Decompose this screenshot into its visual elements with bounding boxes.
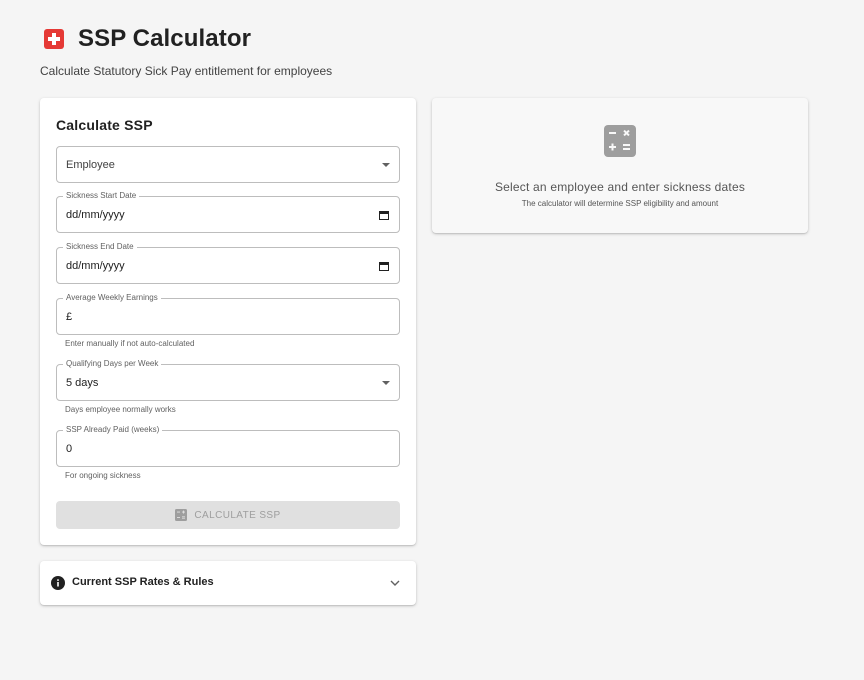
employee-select-value: Employee	[66, 158, 115, 171]
page-subtitle: Calculate Statutory Sick Pay entitlement…	[40, 64, 333, 78]
calendar-icon[interactable]	[379, 261, 389, 271]
page-title: SSP Calculator	[78, 25, 252, 52]
ssp-rates-accordion[interactable]: Current SSP Rates & Rules	[40, 561, 416, 605]
dropdown-arrow-icon	[382, 381, 390, 385]
sickness-end-date-value: dd/mm/yyyy	[66, 259, 125, 272]
empty-state-subtitle: The calculator will determine SSP eligib…	[521, 199, 719, 208]
calculate-ssp-button[interactable]: CALCULATE SSP	[56, 501, 400, 529]
page-header: SSP Calculator Calculate Statutory Sick …	[40, 24, 820, 78]
sickness-start-date-value: dd/mm/yyyy	[66, 208, 125, 221]
ssp-paid-value: 0	[66, 442, 73, 455]
calculate-ssp-label: CALCULATE SSP	[194, 509, 281, 521]
weekly-earnings-label: Average Weekly Earnings	[63, 293, 161, 303]
ssp-rates-title: Current SSP Rates & Rules	[72, 576, 214, 588]
sickness-start-date-input[interactable]: Sickness Start Date dd/mm/yyyy	[56, 191, 400, 233]
currency-prefix: £	[66, 310, 73, 323]
sickness-end-date-input[interactable]: Sickness End Date dd/mm/yyyy	[56, 242, 400, 284]
calendar-icon[interactable]	[379, 210, 389, 220]
qualifying-days-select[interactable]: Qualifying Days per Week 5 days	[56, 359, 400, 401]
calculator-icon	[175, 509, 188, 521]
calculator-icon	[604, 125, 636, 157]
ssp-paid-input[interactable]: SSP Already Paid (weeks) 0	[56, 425, 400, 467]
form-title: Calculate SSP	[56, 117, 153, 133]
qualifying-days-value: 5 days	[66, 376, 99, 389]
ssp-form-card: Calculate SSP Employee Sickness Start Da…	[40, 98, 416, 545]
dropdown-arrow-icon	[382, 163, 390, 167]
ssp-paid-helper: For ongoing sickness	[65, 471, 141, 480]
employee-select[interactable]: Employee	[56, 146, 400, 183]
weekly-earnings-helper: Enter manually if not auto-calculated	[65, 339, 195, 348]
chevron-down-icon[interactable]	[390, 578, 400, 588]
medical-cross-icon	[44, 29, 64, 49]
results-empty-state: Select an employee and enter sickness da…	[432, 98, 808, 233]
info-icon	[51, 576, 65, 590]
weekly-earnings-input[interactable]: Average Weekly Earnings £	[56, 293, 400, 335]
qualifying-days-helper: Days employee normally works	[65, 405, 176, 414]
empty-state-title: Select an employee and enter sickness da…	[494, 180, 746, 194]
ssp-paid-label: SSP Already Paid (weeks)	[63, 425, 163, 435]
